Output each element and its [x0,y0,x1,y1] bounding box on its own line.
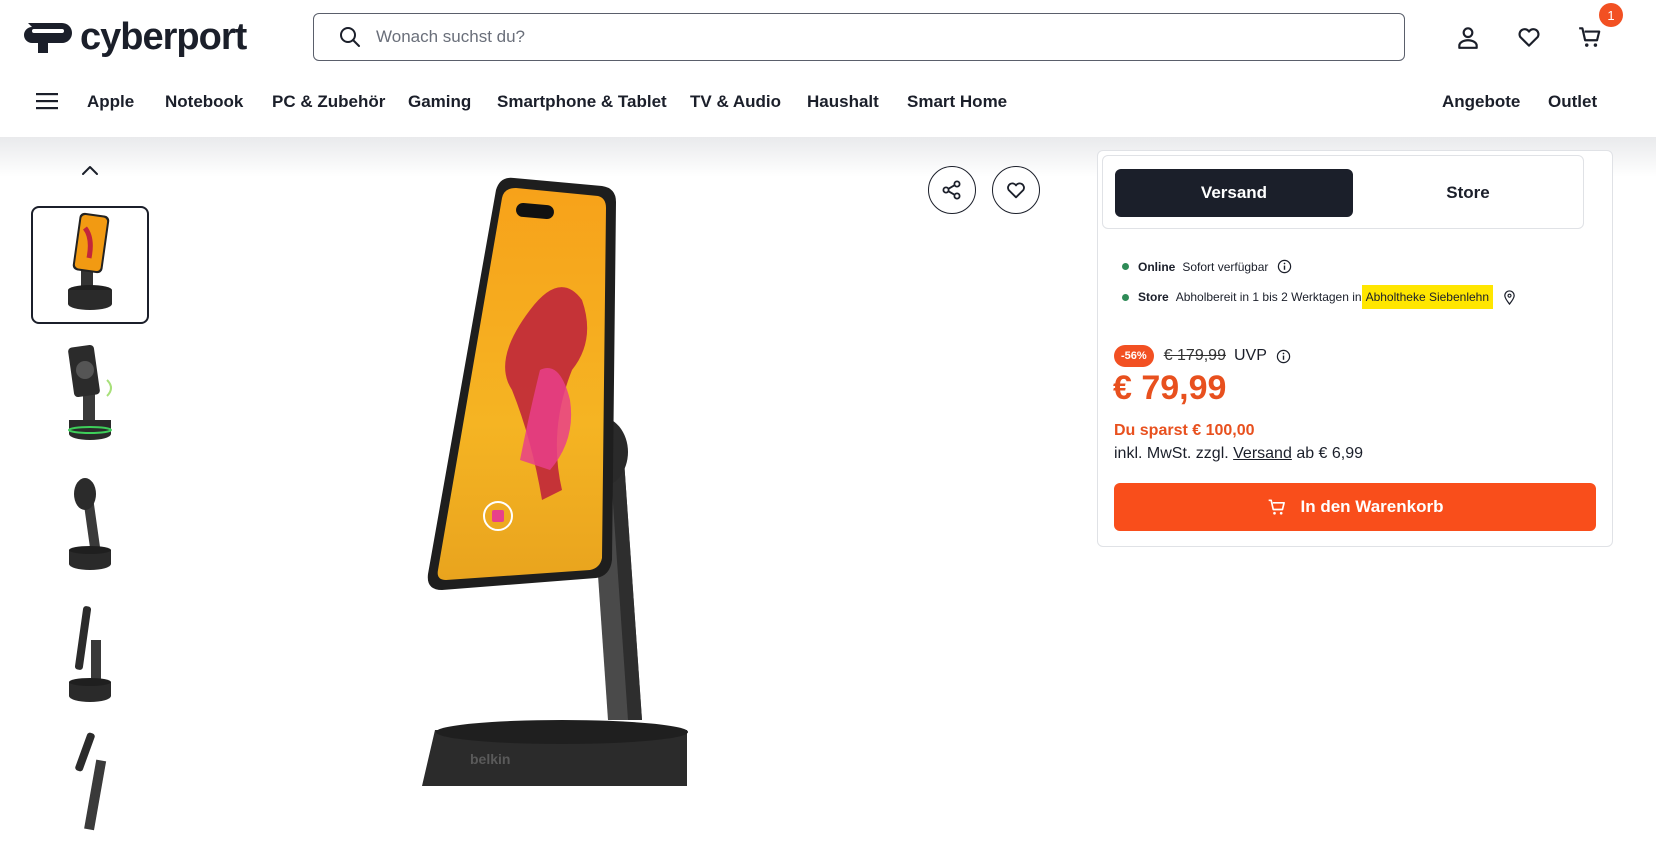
store-availability: Store Abholbereit in 1 bis 2 Werktagen i… [1122,285,1517,309]
store-status: Abholbereit in 1 bis 2 Werktagen in [1175,290,1362,304]
store-label: Store [1138,290,1169,304]
tab-versand[interactable]: Versand [1115,169,1353,217]
thumbnail-3[interactable] [31,466,149,584]
search-bar[interactable] [313,13,1405,61]
uvp-label: UVP [1233,347,1267,364]
cyberport-logo-mark-icon [24,22,72,53]
main-navigation: Apple Notebook PC & Zubehör Gaming Smart… [0,84,1656,120]
delivery-tabs: Versand Store [1102,155,1584,229]
thumbnail-4[interactable] [31,596,149,714]
purchase-panel: Versand Store Online Sofort verfügbar St… [1097,150,1613,547]
account-icon[interactable] [1455,24,1481,50]
thumbnail-1[interactable] [31,206,149,324]
nav-item-smart-home[interactable]: Smart Home [907,92,1007,112]
add-to-wishlist-button[interactable] [992,166,1040,214]
nav-item-notebook[interactable]: Notebook [165,92,243,112]
thumbnail-5[interactable] [31,726,149,844]
nav-item-smartphone-tablet[interactable]: Smartphone & Tablet [497,92,667,112]
search-icon[interactable] [338,25,362,49]
heart-icon [1007,182,1025,199]
online-status: Sofort verfügbar [1182,259,1269,274]
hamburger-menu-icon[interactable] [36,92,58,110]
thumbnail-1-image [68,212,112,310]
nav-item-apple[interactable]: Apple [87,92,134,112]
nav-item-gaming[interactable]: Gaming [408,92,471,112]
info-icon[interactable] [1276,349,1291,364]
thumbnail-2-image [68,344,112,440]
thumbnail-3-image [69,478,111,570]
nav-item-pc-zubehoer[interactable]: PC & Zubehör [272,92,385,112]
savings-text: Du sparst € 100,00 [1114,422,1255,439]
tax-suffix: ab € 6,99 [1296,445,1364,462]
price-info-row: -56% € 179,99 UVP [1114,345,1291,367]
store-location-link[interactable]: Abholtheke Siebenlehn [1361,285,1494,309]
shipping-link[interactable]: Versand [1233,445,1292,462]
thumbnail-5-image [75,732,107,831]
wishlist-heart-icon[interactable] [1516,24,1542,50]
nav-item-tv-audio[interactable]: TV & Audio [690,92,781,112]
logo-wordmark: cyberport [80,16,247,58]
nav-item-haushalt[interactable]: Haushalt [807,92,879,112]
nav-item-angebote[interactable]: Angebote [1442,92,1520,112]
cart-icon[interactable] [1577,24,1603,50]
tax-shipping-info: inkl. MwSt. zzgl. Versand ab € 6,99 [1114,445,1363,463]
site-header: cyberport 1 Apple Notebook PC & Zubehör … [0,0,1656,137]
add-to-cart-label: In den Warenkorb [1300,497,1444,516]
tab-store[interactable]: Store [1349,169,1587,217]
availability-dot [1122,263,1129,270]
online-label: Online [1138,259,1176,274]
tax-prefix: inkl. MwSt. zzgl. [1114,445,1229,462]
chevron-up-icon[interactable] [78,162,102,178]
search-input[interactable] [376,27,1276,47]
location-pin-icon[interactable] [1502,289,1517,305]
nav-item-outlet[interactable]: Outlet [1548,92,1597,112]
info-icon[interactable] [1277,259,1292,274]
cyberport-logo[interactable]: cyberport [22,16,247,59]
share-button[interactable] [928,166,976,214]
cart-icon [1268,499,1285,515]
availability-dot [1122,293,1129,301]
current-price: € 79,99 [1113,369,1227,407]
product-brand-mark: belkin [470,751,510,767]
product-main-image: belkin [422,177,688,786]
thumbnail-2[interactable] [31,336,149,454]
add-to-cart-button[interactable]: In den Warenkorb [1114,483,1596,531]
online-availability: Online Sofort verfügbar [1122,259,1292,274]
thumbnail-4-image [69,606,111,702]
share-icon [942,180,961,200]
old-price: € 179,99 [1163,347,1226,364]
discount-badge: -56% [1114,345,1154,367]
cart-count-badge: 1 [1599,3,1623,27]
